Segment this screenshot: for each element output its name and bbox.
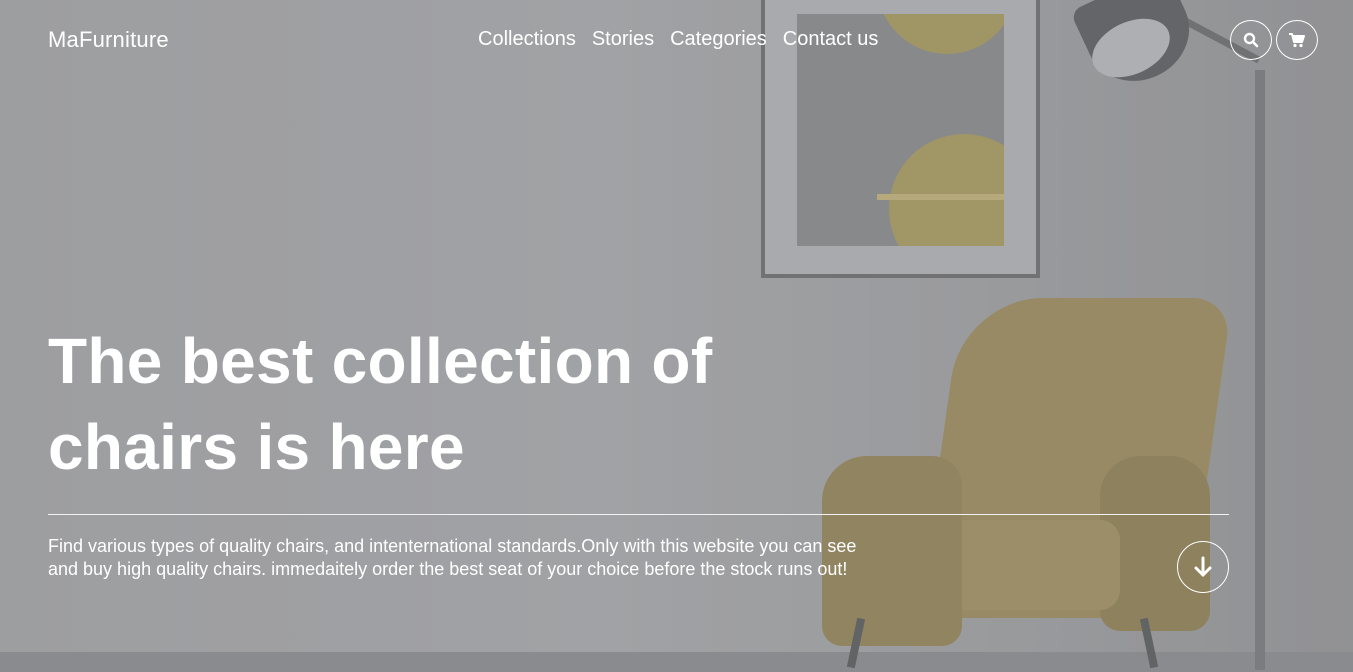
main-nav: Collections Stories Categories Contact u… bbox=[478, 28, 878, 51]
arrow-down-icon bbox=[1194, 556, 1212, 577]
nav-item-contact-us[interactable]: Contact us bbox=[783, 28, 879, 51]
nav-item-categories[interactable]: Categories bbox=[670, 28, 767, 51]
nav-item-collections[interactable]: Collections bbox=[478, 28, 576, 51]
search-button[interactable] bbox=[1230, 20, 1272, 60]
hero-description: Find various types of quality chairs, an… bbox=[48, 536, 857, 579]
hero-divider bbox=[48, 514, 1229, 515]
hero-headline: The best collection of chairs is here bbox=[48, 325, 713, 483]
scroll-down-button[interactable] bbox=[1177, 541, 1229, 593]
nav-item-stories[interactable]: Stories bbox=[592, 28, 654, 51]
cart-button[interactable] bbox=[1276, 20, 1318, 60]
search-icon bbox=[1243, 32, 1259, 48]
cart-icon bbox=[1289, 33, 1305, 48]
brand-logo[interactable]: MaFurniture bbox=[48, 27, 169, 53]
